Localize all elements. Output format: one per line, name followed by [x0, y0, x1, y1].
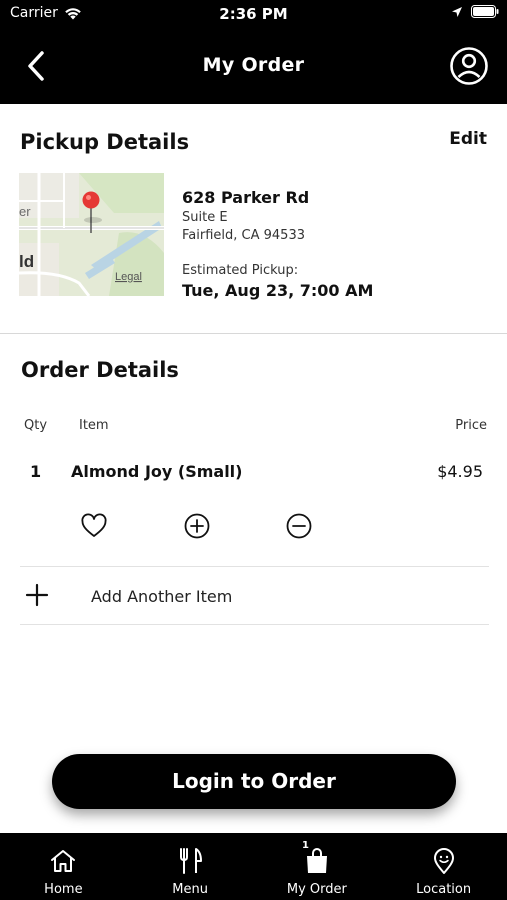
map-city-label: ld — [19, 252, 34, 271]
edit-pickup-button[interactable]: Edit — [449, 129, 487, 149]
pickup-details-section: Pickup Details Edit er ld Legal 628 Park… — [0, 104, 507, 334]
price-column-header: Price — [455, 418, 487, 433]
battery-icon — [471, 5, 499, 18]
map-edge-label: er — [19, 204, 31, 219]
tab-my-order-label: My Order — [286, 882, 347, 897]
order-count-badge: 1 — [302, 840, 309, 851]
tab-location[interactable]: Location — [380, 833, 507, 900]
estimated-pickup-time: Tue, Aug 23, 7:00 AM — [182, 281, 374, 300]
address-street: 628 Parker Rd — [182, 188, 310, 207]
increase-quantity-icon[interactable] — [183, 512, 211, 540]
page-title: My Order — [202, 54, 305, 76]
estimated-pickup-label: Estimated Pickup: — [182, 263, 299, 278]
profile-button[interactable] — [449, 46, 489, 86]
utensils-icon — [180, 848, 203, 874]
tab-location-label: Location — [416, 882, 472, 897]
status-time: 2:36 PM — [219, 5, 288, 23]
decrease-quantity-icon[interactable] — [285, 512, 313, 540]
pickup-address: 628 Parker Rd Suite E Fairfield, CA 9453… — [182, 188, 373, 300]
item-price: $4.95 — [437, 462, 483, 481]
tab-menu[interactable]: Menu — [127, 833, 254, 900]
address-suite: Suite E — [182, 210, 228, 225]
address-city: Fairfield, CA 94533 — [182, 228, 305, 243]
tab-my-order[interactable]: My Order — [254, 833, 381, 900]
home-icon — [51, 850, 76, 872]
item-column-header: Item — [79, 418, 109, 433]
tab-bar: Home Menu My Order Location — [0, 833, 507, 900]
pickup-map[interactable]: er ld Legal — [19, 173, 164, 296]
map-legal-link[interactable]: Legal — [115, 271, 142, 283]
add-another-item-button[interactable]: Add Another Item — [91, 587, 232, 606]
tab-home-label: Home — [44, 882, 83, 897]
location-arrow-icon — [452, 6, 462, 17]
add-item-plus-icon[interactable] — [24, 582, 50, 608]
order-details-heading: Order Details — [21, 358, 179, 382]
status-bar: Carrier 2:36 PM — [0, 0, 507, 28]
map-image: er ld Legal — [19, 173, 164, 296]
pickup-details-heading: Pickup Details — [20, 130, 190, 154]
tab-home[interactable]: Home — [0, 833, 127, 900]
tab-menu-label: Menu — [172, 882, 208, 897]
location-pin-icon — [433, 848, 454, 874]
qty-column-header: Qty — [24, 418, 48, 433]
status-right — [451, 5, 499, 18]
favorite-heart-icon[interactable] — [80, 512, 108, 540]
divider — [20, 566, 489, 567]
login-to-order-button[interactable]: Login to Order — [52, 754, 456, 809]
nav-bar: My Order — [0, 28, 507, 104]
item-qty: 1 — [30, 462, 42, 481]
item-name: Almond Joy (Small) — [71, 462, 243, 481]
divider — [20, 624, 489, 625]
